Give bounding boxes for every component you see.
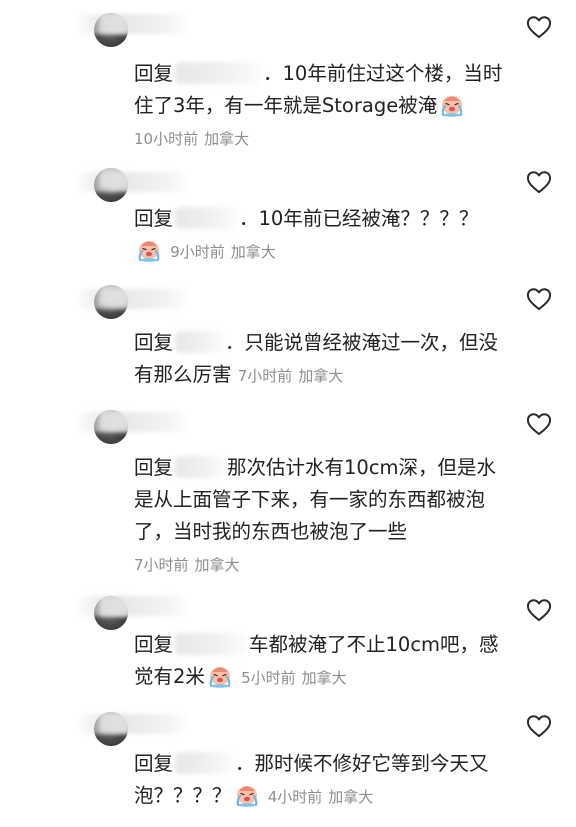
comment-time: 7小时前 [134, 556, 189, 574]
comment-body: 回复 那次估计水有10cm深，但是水是从上面管子下来，有一家的东西都被泡了，当时我… [134, 452, 504, 581]
comment-time: 5小时前 [241, 669, 296, 687]
reply-prefix: 回复 [134, 207, 174, 230]
comment-time: 4小时前 [267, 788, 323, 806]
crying-face-emoji [136, 238, 162, 262]
crying-face-emoji [439, 93, 465, 117]
username-redacted[interactable] [80, 289, 190, 309]
comment-location: 加拿大 [328, 788, 374, 806]
reply-prefix: 回复 [134, 62, 174, 85]
mention-redacted[interactable] [175, 752, 234, 774]
reply-prefix: 回复 [134, 752, 174, 775]
crying-face-emoji [207, 664, 233, 688]
username-redacted[interactable] [80, 714, 190, 734]
comment-location: 加拿大 [230, 243, 276, 261]
comment-body: 回复 ．只能说曾经被淹过一次，但没有那么厉害 7小时前 加拿大 [134, 327, 504, 392]
mention-redacted[interactable] [175, 331, 224, 353]
username-redacted[interactable] [80, 596, 190, 616]
comment-location: 加拿大 [204, 130, 250, 148]
comment-body: 回复 ．10年前住过这个楼，当时住了3年，有一年就是Storage被淹 10小时前… [134, 58, 504, 155]
reply-prefix: 回复 [134, 331, 174, 354]
username-redacted[interactable] [80, 412, 190, 432]
comment-text: ．10年前已经被淹？？？？ [239, 207, 479, 230]
like-heart-icon[interactable] [524, 410, 554, 438]
like-heart-icon[interactable] [524, 596, 554, 624]
reply-prefix: 回复 [134, 456, 174, 479]
like-heart-icon[interactable] [524, 285, 554, 313]
like-heart-icon[interactable] [524, 13, 554, 41]
mention-redacted[interactable] [175, 207, 238, 229]
comment-body: 回复 ．10年前已经被淹？？？？ 9小时前 加拿大 [134, 203, 504, 268]
mention-redacted[interactable] [175, 62, 262, 84]
mention-redacted[interactable] [175, 633, 248, 655]
comment-time: 10小时前 [134, 130, 199, 148]
username-redacted[interactable] [80, 172, 190, 192]
comment-time: 7小时前 [237, 367, 293, 385]
reply-prefix: 回复 [134, 633, 174, 656]
comment-body: 回复 ．那时候不修好它等到今天又泡？？？？ 4小时前 加拿大 [134, 748, 504, 813]
comment-time: 9小时前 [170, 243, 225, 261]
mention-redacted[interactable] [175, 456, 226, 478]
username-redacted[interactable] [80, 14, 190, 34]
comment-body: 回复 车都被淹了不止10cm吧，感觉有2米 5小时前 加拿大 [134, 629, 504, 694]
comment-location: 加拿大 [298, 367, 344, 385]
like-heart-icon[interactable] [524, 168, 554, 196]
crying-face-emoji [234, 783, 260, 807]
comment-location: 加拿大 [301, 669, 347, 687]
comment-location: 加拿大 [194, 556, 240, 574]
like-heart-icon[interactable] [524, 712, 554, 740]
